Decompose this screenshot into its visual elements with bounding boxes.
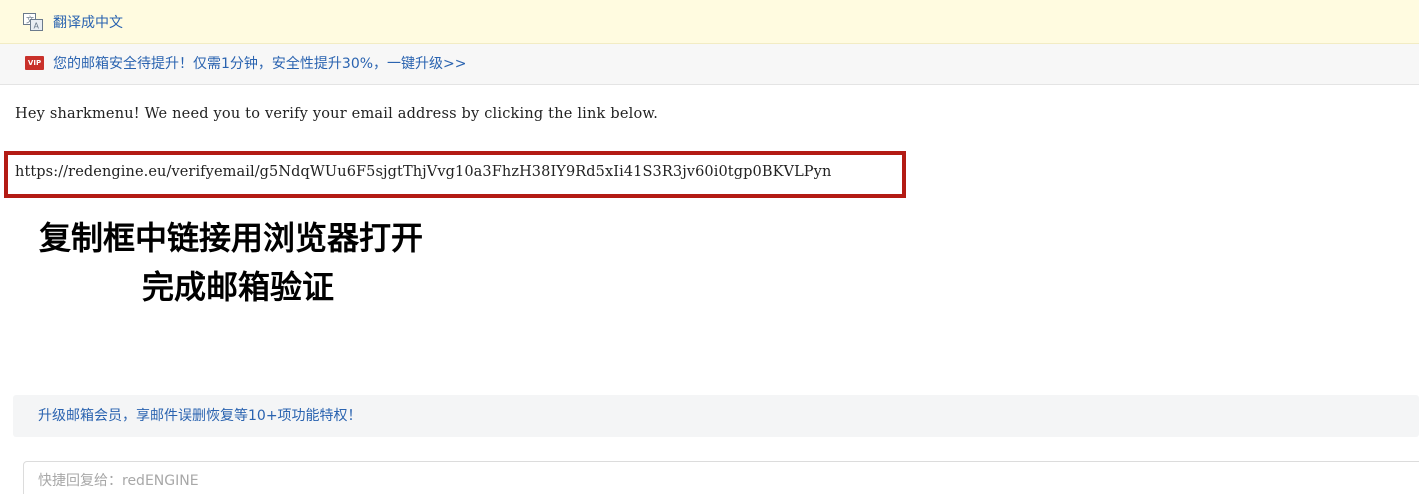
- translate-bar: 文 A 翻译成中文: [0, 0, 1419, 44]
- quick-reply-box: [23, 461, 1419, 494]
- translate-link[interactable]: 翻译成中文: [53, 14, 123, 32]
- mail-reading-pane: 文 A 翻译成中文 VIP 您的邮箱安全待提升！仅需1分钟，安全性提升30%，一…: [0, 0, 1419, 494]
- verify-email-link[interactable]: https://redengine.eu/verifyemail/g5NdqWU…: [15, 164, 831, 180]
- upgrade-banner-link[interactable]: 升级邮箱会员，享邮件误删恢复等10+项功能特权！: [38, 407, 362, 425]
- vip-security-bar: VIP 您的邮箱安全待提升！仅需1分钟，安全性提升30%，一键升级>>: [0, 44, 1419, 85]
- annotation-line-2: 完成邮箱验证: [142, 268, 335, 306]
- quick-reply-input[interactable]: [36, 469, 940, 493]
- upgrade-banner: 升级邮箱会员，享邮件误删恢复等10+项功能特权！: [13, 395, 1419, 437]
- security-upgrade-link[interactable]: 您的邮箱安全待提升！仅需1分钟，安全性提升30%，一键升级>>: [53, 55, 466, 73]
- translate-icon[interactable]: 文 A: [23, 13, 43, 31]
- vip-badge-icon: VIP: [25, 56, 44, 70]
- message-body-text: Hey sharkmenu! We need you to verify you…: [15, 106, 659, 122]
- svg-text:A: A: [34, 22, 40, 31]
- annotation-line-1: 复制框中链接用浏览器打开: [39, 219, 424, 257]
